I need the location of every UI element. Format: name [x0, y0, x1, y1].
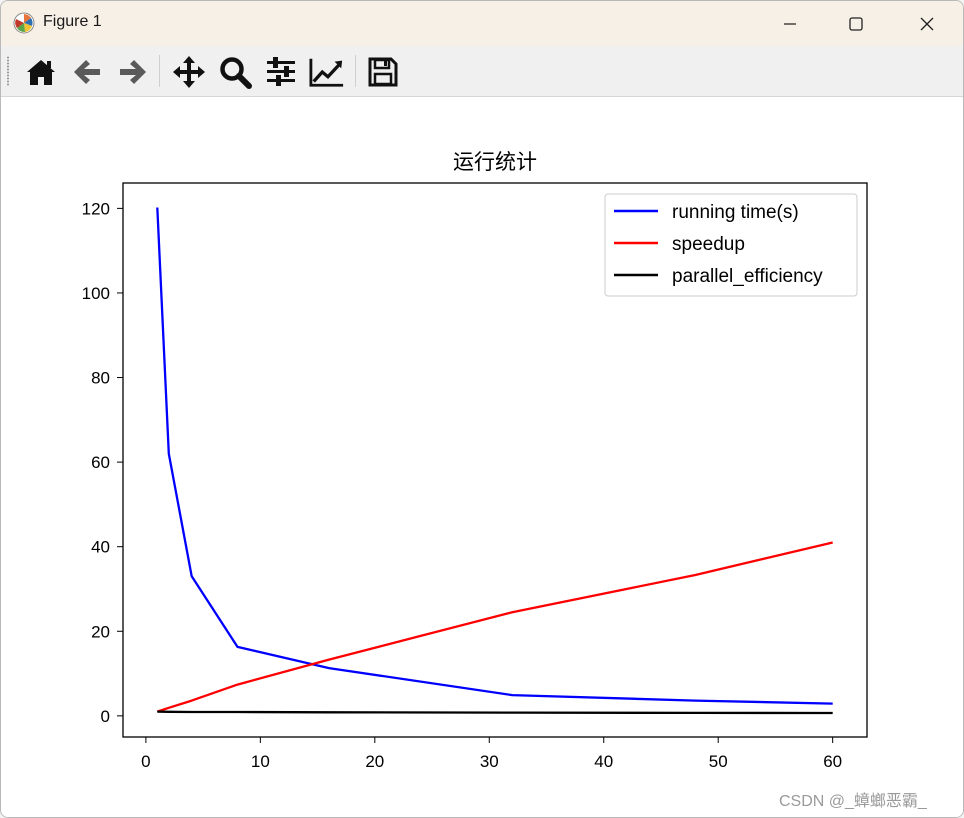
series-line-speedup[interactable]	[156, 541, 833, 713]
y-tick-label: 100	[82, 284, 110, 303]
home-icon	[27, 60, 55, 85]
minimize-button[interactable]	[767, 1, 813, 46]
zoom-button[interactable]	[217, 55, 253, 89]
x-tick-label: 60	[823, 752, 842, 771]
window-title: Figure 1	[43, 13, 102, 30]
x-tick-label: 40	[594, 752, 613, 771]
line-chart[interactable]: 运行统计 0 10 20 30 40 50 60 0 20 40 60 80 100 120 running…	[1, 97, 963, 817]
series-line-parallel-efficiency[interactable]	[157, 710, 833, 715]
x-tick-label: 0	[141, 752, 150, 771]
edit-axis-curve-icon	[309, 58, 344, 87]
toolbar-separator	[355, 55, 356, 87]
y-tick-label: 0	[101, 707, 110, 726]
close-button[interactable]	[904, 1, 950, 46]
back-arrow-icon	[74, 60, 100, 84]
pan-button[interactable]	[171, 55, 207, 89]
minimize-icon	[784, 22, 796, 25]
legend-label: running time(s)	[672, 202, 799, 223]
save-floppy-icon	[368, 57, 398, 87]
edit-axis-button[interactable]	[309, 55, 345, 89]
y-tick-label: 80	[91, 369, 110, 388]
figure-window: Figure 1 运行统计 0 10 20 30 40 50 60 0 20 4…	[0, 0, 964, 818]
matplotlib-logo-icon	[13, 12, 35, 34]
title-bar[interactable]: Figure 1	[1, 1, 963, 46]
close-icon	[920, 17, 934, 30]
toolbar-separator	[159, 55, 160, 87]
forward-button[interactable]	[115, 55, 151, 89]
maximize-button[interactable]	[833, 1, 879, 46]
y-tick-label: 120	[82, 199, 110, 218]
y-tick-label: 40	[91, 538, 110, 557]
home-button[interactable]	[23, 55, 59, 89]
configure-subplots-button[interactable]	[263, 55, 299, 89]
forward-arrow-icon	[120, 60, 146, 84]
y-tick-label: 20	[91, 622, 110, 641]
legend-label: speedup	[672, 234, 745, 255]
back-button[interactable]	[69, 55, 105, 89]
watermark-text: CSDN @_蟑螂恶霸_	[779, 793, 927, 810]
save-button[interactable]	[365, 55, 401, 89]
maximize-icon	[849, 16, 863, 31]
pan-move-icon	[173, 56, 205, 88]
chart-title: 运行统计	[453, 151, 537, 174]
x-tick-label: 30	[480, 752, 499, 771]
configure-subplots-icon	[267, 57, 295, 86]
toolbar-grip[interactable]	[7, 56, 9, 86]
x-tick-label: 10	[251, 752, 270, 771]
navigation-toolbar	[1, 46, 963, 97]
legend-label: parallel_efficiency	[672, 266, 823, 287]
x-tick-label: 50	[709, 752, 728, 771]
x-tick-label: 20	[365, 752, 384, 771]
zoom-magnifier-icon	[220, 57, 252, 89]
plot-canvas[interactable]: 运行统计 0 10 20 30 40 50 60 0 20 40 60 80 100 120 running…	[1, 97, 963, 817]
y-tick-label: 60	[91, 453, 110, 472]
